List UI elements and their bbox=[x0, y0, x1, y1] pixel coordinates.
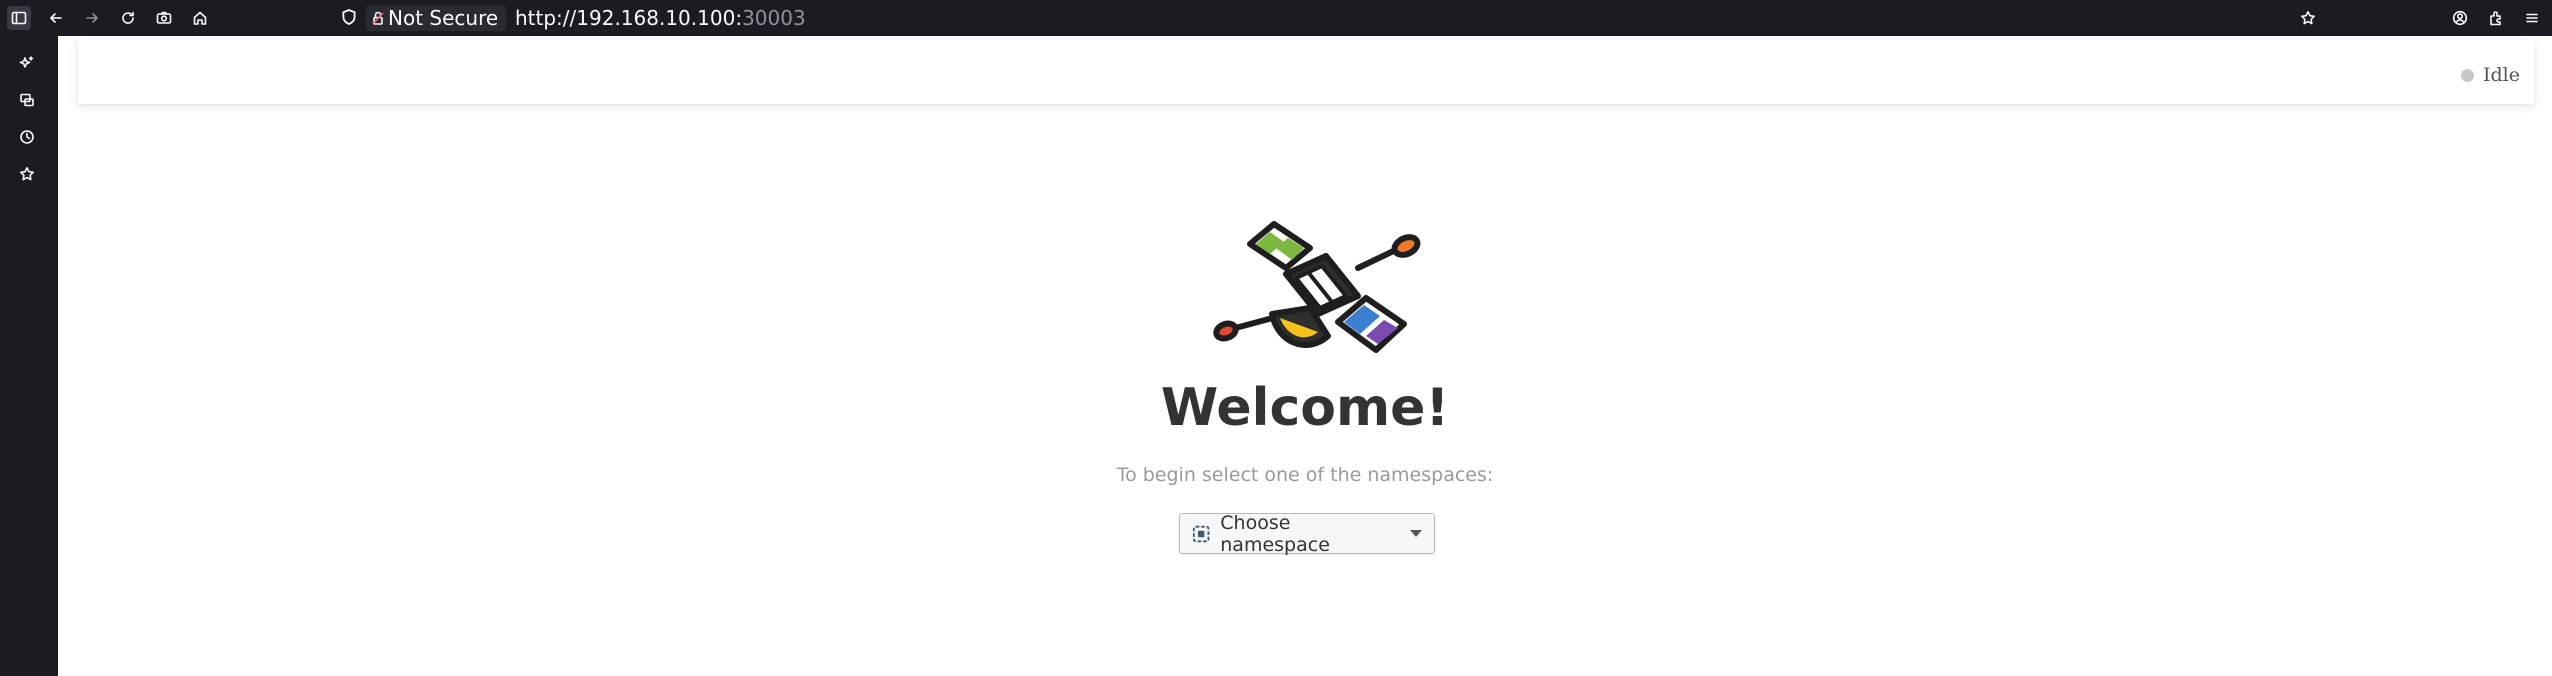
status-dot bbox=[2461, 68, 2474, 82]
welcome-subtitle: To begin select one of the namespaces: bbox=[1116, 464, 1494, 486]
status-text: Idle bbox=[2483, 64, 2520, 86]
choose-namespace-button[interactable]: Choose namespace bbox=[1179, 511, 1435, 556]
extensions-icon[interactable] bbox=[2484, 6, 2508, 30]
menu-icon[interactable] bbox=[2520, 6, 2544, 30]
account-icon[interactable] bbox=[2448, 6, 2472, 30]
status-indicator: Idle bbox=[2461, 64, 2520, 86]
reload-icon[interactable] bbox=[116, 6, 140, 30]
screenshot-icon[interactable] bbox=[152, 6, 176, 30]
bookmark-star-icon[interactable] bbox=[2296, 6, 2320, 30]
app-header: Idle bbox=[78, 40, 2534, 104]
history-icon[interactable] bbox=[15, 125, 39, 149]
lock-icon bbox=[372, 11, 384, 25]
bookmarks-icon[interactable] bbox=[15, 162, 39, 186]
choose-namespace-label: Choose namespace bbox=[1220, 511, 1330, 556]
url-port: 30003 bbox=[742, 6, 806, 30]
url-host: http://192.168.10.100: bbox=[515, 6, 743, 30]
synced-tabs-icon[interactable] bbox=[15, 88, 39, 112]
page-content: Idle Welcome! To begin select one of the… bbox=[58, 36, 2552, 676]
ai-sparkle-icon[interactable] bbox=[15, 51, 39, 75]
forward-icon[interactable] bbox=[80, 6, 104, 30]
browser-toolbar: Not Secure http://192.168.10.100:30003 bbox=[0, 0, 2552, 36]
satellite-logo bbox=[1213, 221, 1421, 353]
not-secure-indicator[interactable]: Not Secure bbox=[366, 5, 507, 31]
welcome-title: Welcome! bbox=[1160, 378, 1450, 438]
home-icon[interactable] bbox=[188, 6, 212, 30]
security-label: Not Secure bbox=[388, 6, 499, 30]
browser-sidebar bbox=[0, 36, 58, 676]
back-icon[interactable] bbox=[44, 6, 68, 30]
namespace-icon bbox=[1192, 525, 1210, 542]
url-bar[interactable]: http://192.168.10.100:30003 bbox=[515, 5, 806, 31]
caret-down-icon bbox=[1410, 530, 1422, 537]
tracking-protection-shield-icon[interactable] bbox=[340, 8, 360, 28]
sidebar-toggle-icon[interactable] bbox=[7, 6, 31, 30]
